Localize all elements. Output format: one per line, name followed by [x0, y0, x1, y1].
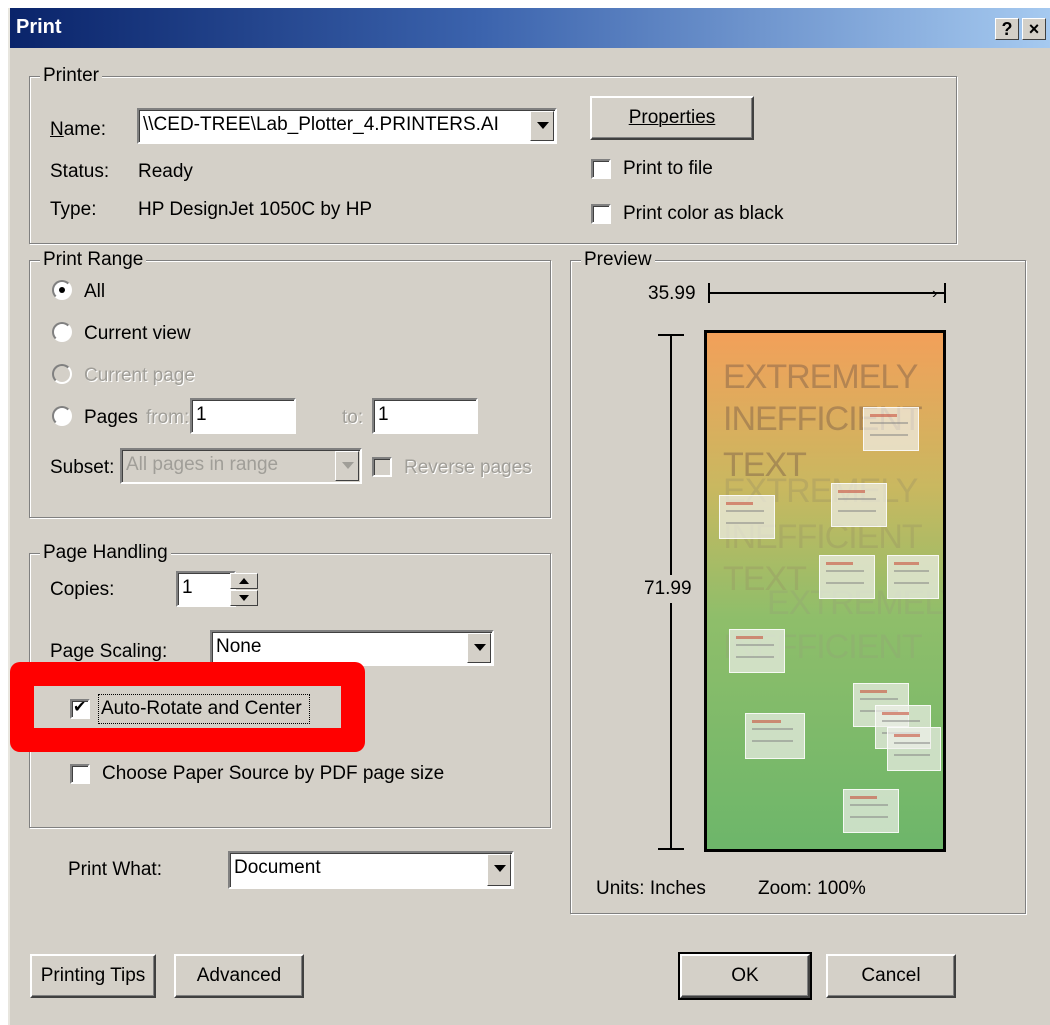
printer-legend: Printer: [40, 64, 102, 88]
subset-dropdown-button: [335, 451, 359, 481]
range-current-page-label: Current page: [84, 365, 195, 386]
properties-label: Properties: [628, 107, 716, 128]
height-dimension-tick-top: [658, 334, 684, 336]
page-scaling-label: Page Scaling:: [50, 641, 168, 662]
reverse-pages-checkbox: [372, 457, 392, 477]
subset-select: All pages in range: [120, 448, 362, 484]
subset-value: All pages in range: [126, 454, 279, 475]
status-label: Status:: [50, 161, 110, 182]
title-bar: Print ? ×: [10, 8, 1050, 48]
type-label: Type:: [50, 199, 97, 220]
range-from-input[interactable]: 1: [190, 398, 296, 434]
poster-thumbnail: [745, 713, 805, 759]
poster-thumbnail: [831, 483, 887, 527]
poster-text-line-1: EXTREMELY: [723, 358, 918, 396]
printer-name-label: Name:: [50, 119, 106, 140]
print-what-dropdown-button[interactable]: [487, 854, 511, 886]
status-value: Ready: [138, 161, 193, 182]
advanced-button[interactable]: Advanced: [174, 954, 304, 998]
range-all-radio[interactable]: [52, 280, 72, 300]
preview-height-value: 71.99: [644, 575, 692, 603]
copies-input[interactable]: 1: [176, 571, 236, 607]
print-color-black-checkbox[interactable]: [591, 204, 611, 224]
poster-thumbnail: [887, 727, 941, 771]
printer-name-select[interactable]: \\CED-TREE\Lab_Plotter_4.PRINTERS.AI: [137, 108, 557, 144]
print-color-black-label: Print color as black: [623, 203, 784, 224]
copies-decrement-button[interactable]: [230, 590, 258, 606]
width-dimension-tick-right: [944, 283, 946, 303]
printer-name-value: \\CED-TREE\Lab_Plotter_4.PRINTERS.AI: [143, 114, 499, 135]
cancel-button[interactable]: Cancel: [826, 954, 956, 998]
printing-tips-button[interactable]: Printing Tips: [30, 954, 156, 998]
properties-button[interactable]: Properties: [590, 96, 754, 140]
preview-page-image: EXTREMELY INEFFICIENT TEXT EXTREMELY INE…: [704, 330, 946, 852]
poster-thumbnail: [887, 555, 939, 599]
reverse-pages-label: Reverse pages: [404, 457, 532, 478]
print-dialog: Print ? × Printer Name: \\CED-TREE\Lab_P…: [8, 8, 1050, 1025]
poster-thumbnail: [819, 555, 875, 599]
close-button[interactable]: ×: [1022, 18, 1046, 40]
units-label: Units: Inches: [596, 878, 706, 899]
print-what-select[interactable]: Document: [228, 851, 514, 889]
poster-thumbnail: [863, 407, 919, 451]
page-scaling-dropdown-button[interactable]: [467, 633, 491, 663]
print-to-file-label: Print to file: [623, 158, 713, 179]
width-dimension-line: [710, 292, 944, 294]
copies-label: Copies:: [50, 579, 115, 600]
poster-thumbnail: [843, 789, 899, 833]
zoom-label: Zoom: 100%: [758, 878, 866, 899]
range-pages-label: Pages: [84, 407, 138, 428]
print-range-legend: Print Range: [40, 248, 147, 272]
ok-button[interactable]: OK: [678, 952, 812, 1000]
range-current-view-radio[interactable]: [52, 322, 72, 342]
copies-increment-button[interactable]: [230, 573, 258, 589]
range-pages-radio[interactable]: [52, 406, 72, 426]
page-handling-legend: Page Handling: [40, 541, 171, 565]
page-scaling-value: None: [216, 636, 262, 657]
range-current-page-radio: [52, 364, 72, 384]
width-dimension-tick-left: [708, 283, 710, 303]
annotation-highlight-box: [10, 662, 365, 752]
range-to-label: to:: [342, 407, 364, 428]
subset-label: Subset:: [50, 457, 115, 478]
preview-width-value: 35.99: [648, 283, 696, 304]
paper-source-checkbox[interactable]: [70, 764, 90, 784]
printer-name-dropdown-button[interactable]: [530, 111, 554, 141]
width-arrow-right-icon: ›: [932, 285, 938, 302]
print-what-value: Document: [234, 857, 321, 878]
range-all-label: All: [84, 281, 106, 302]
paper-source-label: Choose Paper Source by PDF page size: [102, 763, 445, 784]
print-to-file-checkbox[interactable]: [591, 159, 611, 179]
range-to-input[interactable]: 1: [372, 398, 478, 434]
type-value: HP DesignJet 1050C by HP: [138, 199, 373, 220]
page-scaling-select[interactable]: None: [210, 630, 494, 666]
preview-legend: Preview: [581, 248, 655, 272]
range-current-view-label: Current view: [84, 323, 191, 344]
poster-thumbnail: [729, 629, 785, 673]
dialog-title: Print: [16, 16, 62, 38]
range-from-label: from:: [146, 407, 190, 428]
height-dimension-tick-bottom: [658, 848, 684, 850]
print-what-label: Print What:: [68, 859, 162, 880]
poster-thumbnail: [719, 495, 775, 539]
help-button[interactable]: ?: [995, 18, 1019, 40]
